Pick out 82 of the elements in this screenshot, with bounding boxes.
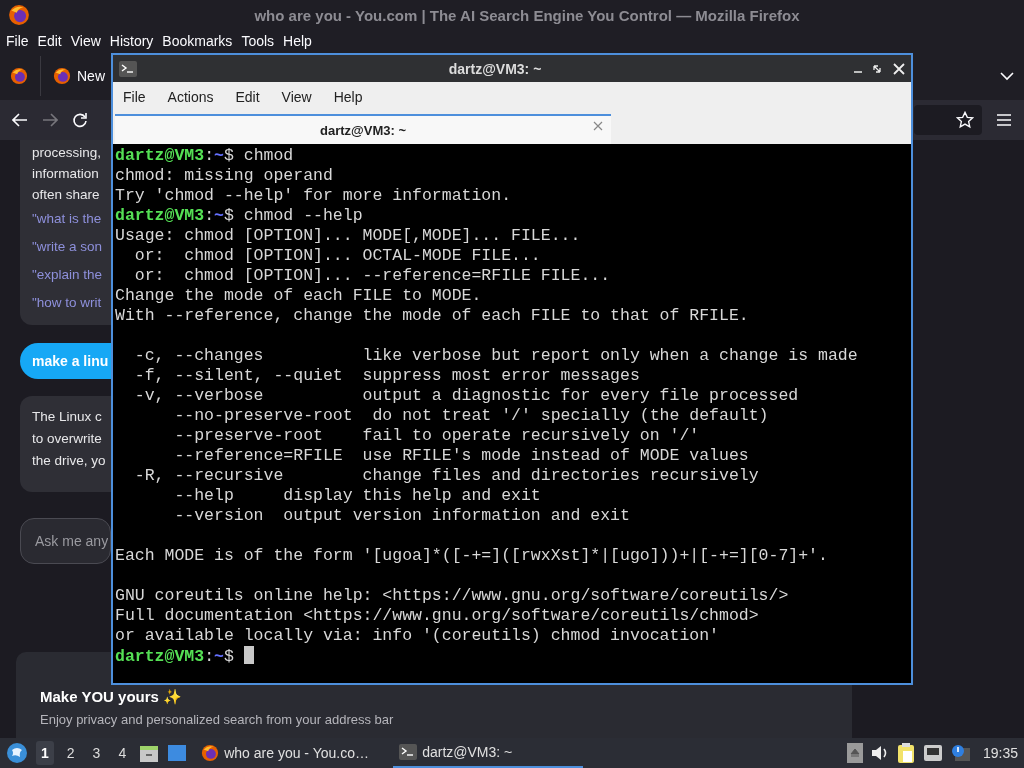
- reply-text: the drive, yo: [32, 452, 106, 470]
- ask-field[interactable]: Ask me any: [20, 518, 111, 564]
- menu-item[interactable]: History: [109, 33, 154, 49]
- terminal-icon: [119, 60, 137, 77]
- menu-item[interactable]: File: [6, 33, 29, 49]
- firefox-icon[interactable]: [8, 4, 30, 26]
- forward-icon: [42, 113, 58, 127]
- firefox-icon[interactable]: [201, 744, 220, 762]
- menu-item[interactable]: Edit: [235, 89, 260, 105]
- workspace-button[interactable]: 3: [87, 741, 106, 765]
- reply-text: to overwrite: [32, 430, 102, 448]
- speaker-icon[interactable]: [870, 745, 889, 761]
- notification-icon[interactable]: [950, 744, 971, 762]
- menu-item[interactable]: Bookmarks: [162, 33, 233, 49]
- terminal-line: -R, --recursive change files and directories recursively: [133, 466, 759, 486]
- terminal-line: Change the mode of each FILE to MODE.: [115, 286, 482, 306]
- workspace-button[interactable]: 4: [113, 741, 132, 765]
- workspace-button[interactable]: 1: [36, 741, 54, 765]
- terminal-line: or: chmod [OPTION]... --reference=RFILE FILE...: [133, 266, 611, 286]
- banner-text: Enjoy privacy and personalized search from your address bar: [40, 712, 394, 727]
- workspace-button[interactable]: 2: [61, 741, 80, 765]
- terminal-line: Full documentation <https://www.gnu.org/software/coreutils/chmod>: [115, 606, 759, 626]
- terminal-line: GNU coreutils online help: <https://www.gnu.org/software/coreutils/>: [115, 586, 789, 606]
- terminal-tab[interactable]: dartz@VM3: ~: [115, 114, 611, 144]
- suggestion-link[interactable]: "how to writ: [32, 289, 102, 317]
- answer-text: processing,: [32, 144, 102, 162]
- terminal-line: -v, --verbose output a diagnostic for every file processed: [133, 386, 799, 406]
- menu-item[interactable]: Edit: [37, 33, 62, 49]
- terminal-line: dartz@VM3:~$: [115, 646, 254, 666]
- terminal-line: --help display this help and exit: [173, 486, 541, 506]
- terminal-line: --preserve-root fail to operate recursively on '/': [173, 426, 700, 446]
- window-icon[interactable]: [167, 744, 188, 762]
- suggestion-link[interactable]: "explain the: [32, 261, 103, 289]
- terminal-line: Each MODE is of the form '[ugoa]*([-+=]([rwxXst]*|[ugo]))+|[-+=][0-7]+'.: [115, 546, 828, 566]
- clock: 19:35: [982, 745, 1018, 761]
- terminal-line: Try 'chmod --help' for more information.: [115, 186, 512, 206]
- terminal-line: dartz@VM3:~$ chmod: [115, 146, 294, 166]
- menu-item[interactable]: File: [123, 89, 146, 105]
- star-icon[interactable]: [956, 111, 974, 129]
- taskbar-task[interactable]: who are you - You.co…: [195, 738, 386, 768]
- menu-item[interactable]: Actions: [167, 89, 214, 105]
- firefox-icon[interactable]: [10, 67, 28, 85]
- menu-item[interactable]: Tools: [241, 33, 275, 49]
- suggestion-link[interactable]: "write a son: [32, 233, 103, 261]
- terminal-line: dartz@VM3:~$ chmod --help: [115, 206, 363, 226]
- window-title: who are you - You.com | The AI Search Engine You Control — Mozilla Firefox: [253, 6, 801, 24]
- menu-icon[interactable]: [996, 113, 1012, 127]
- terminal-line: --reference=RFILE use RFILE's mode instead of MODE values: [173, 446, 749, 466]
- terminal-line: --version output version information and exit: [173, 506, 630, 526]
- menu-item[interactable]: View: [281, 89, 312, 105]
- network-icon[interactable]: [922, 744, 943, 762]
- terminal-icon[interactable]: [399, 744, 418, 760]
- back-icon[interactable]: [12, 113, 28, 127]
- window-title: dartz@VM3: ~: [447, 60, 543, 77]
- answer-text: information: [32, 165, 99, 183]
- terminal-line: or available locally via: info '(coreutils) chmod invocation': [115, 626, 719, 646]
- taskbar-task[interactable]: dartz@VM3: ~: [393, 738, 584, 768]
- menu-item[interactable]: Help: [283, 33, 312, 49]
- file-cabinet-icon[interactable]: [139, 743, 160, 763]
- window-controls-drawing[interactable]: [853, 62, 905, 75]
- firefox-icon[interactable]: [53, 67, 71, 85]
- clipboard-icon[interactable]: [896, 743, 915, 763]
- menu-item[interactable]: View: [70, 33, 101, 49]
- terminal-line: chmod: missing operand: [115, 166, 333, 186]
- terminal-line: -c, --changes like verbose but report only when a change is made: [133, 346, 858, 366]
- reload-icon[interactable]: [72, 112, 88, 128]
- start-icon[interactable]: [6, 742, 28, 764]
- chevron-down-icon[interactable]: [1000, 71, 1014, 81]
- terminal-line: -f, --silent, --quiet suppress most error messages: [133, 366, 640, 386]
- close-icon[interactable]: [593, 121, 603, 131]
- terminal-line: or: chmod [OPTION]... OCTAL-MODE FILE...: [133, 246, 541, 266]
- eject-icon[interactable]: [846, 743, 863, 763]
- menu-item[interactable]: Help: [333, 89, 363, 105]
- browser-tab[interactable]: New: [40, 56, 105, 96]
- terminal-line: With --reference, change the mode of each FILE to that of RFILE.: [115, 306, 749, 326]
- terminal-line: --no-preserve-root do not treat '/' specially (the default): [173, 406, 769, 426]
- suggestion-link[interactable]: "what is the: [32, 205, 102, 233]
- banner-title: Make YOU yours ✨: [40, 688, 183, 706]
- terminal-line: Usage: chmod [OPTION]... MODE[,MODE]... FILE...: [115, 226, 581, 246]
- reply-text: The Linux c: [32, 408, 102, 426]
- query-text: make a linu: [32, 353, 109, 369]
- answer-text: often share: [32, 186, 100, 204]
